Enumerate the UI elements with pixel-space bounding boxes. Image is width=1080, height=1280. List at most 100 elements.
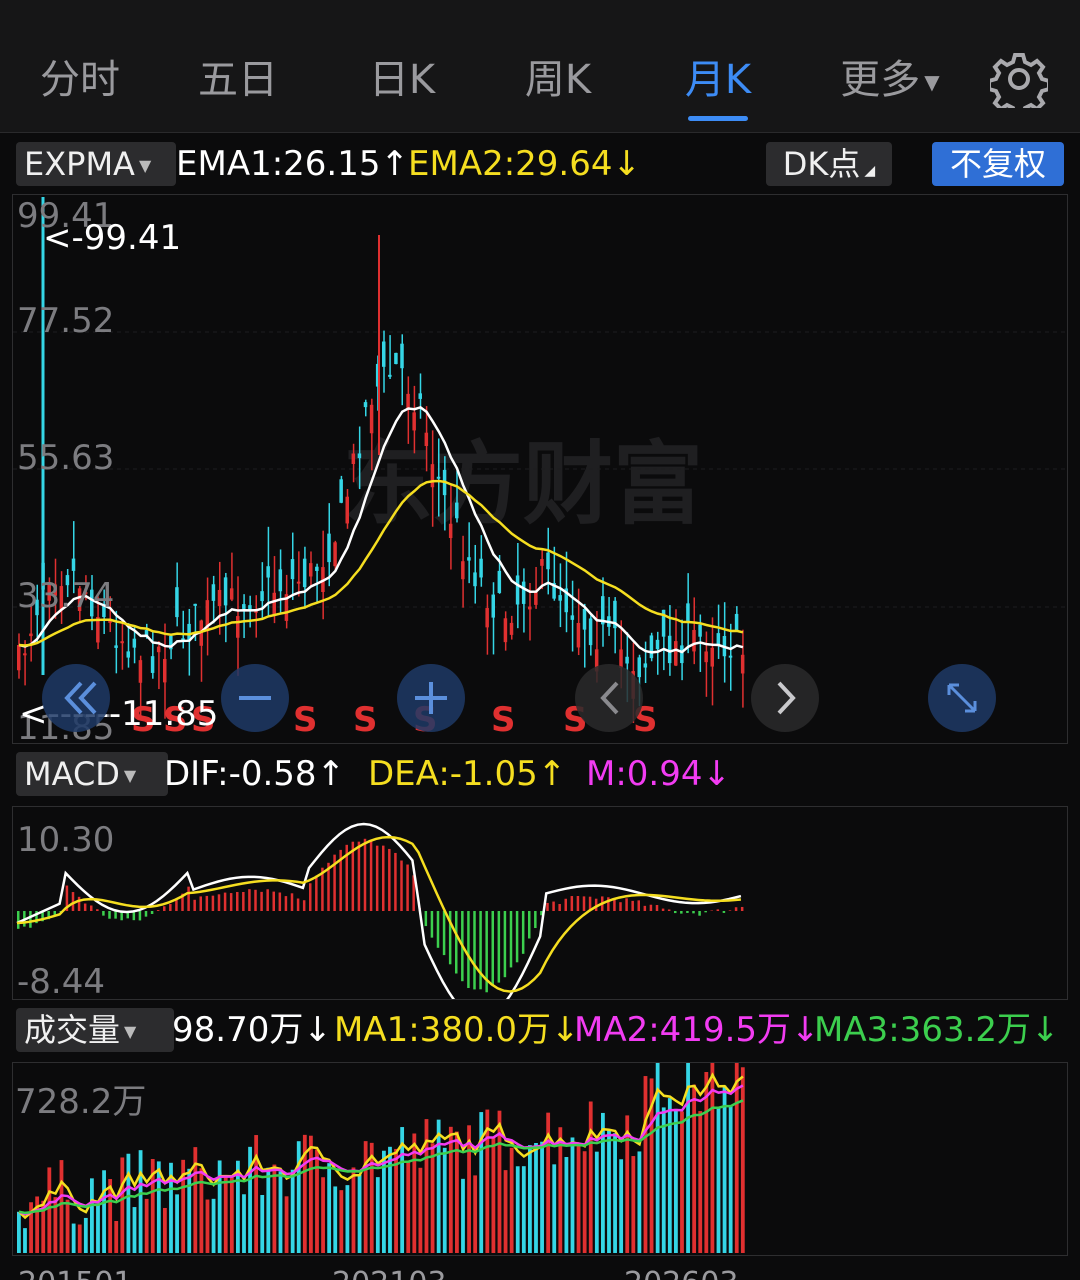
candle-body [467,557,471,561]
candle-body [382,341,386,367]
candle-body [521,581,526,604]
macd-histogram-bar [740,906,744,911]
candle-body [558,595,562,601]
period-tab-bar: 分时 五日 日K 周K 月K 更多 ▼ [0,28,1080,133]
volume-value: 98.70万↓ [172,1010,332,1050]
volume-bar [607,1130,611,1253]
candle-body [485,608,489,628]
macd-histogram-bar [102,911,105,916]
candle-body [242,604,246,609]
macd-histogram-bar [503,911,507,978]
volume-bar [132,1207,137,1253]
max-price-marker: <-99.41 [43,218,181,258]
fullscreen-button[interactable] [928,664,996,732]
rewind-button[interactable] [42,664,110,732]
adjust-mode-button[interactable]: 不复权 [932,142,1064,186]
candle-body [698,624,702,637]
volume-bar [144,1198,149,1253]
volume-bar [96,1205,100,1253]
candle-body [740,654,745,674]
y-tick-3: 55.63 [17,438,114,478]
macd-histogram-bar [144,911,148,917]
macd-histogram-bar [272,891,275,911]
candle-body [266,566,270,578]
volume-chart-panel: 728.2万 [12,1062,1068,1256]
kline-chart-panel: 东方财富 SSSSSSSSS 99.41 77.52 55.63 33.74 1… [12,194,1068,744]
indicator-selector-label: EXPMA [24,145,135,183]
volume-bar [120,1157,125,1253]
candle-body [23,653,27,656]
candle-body [570,615,575,620]
candle-body [637,657,641,678]
scroll-left-button[interactable] [575,664,643,732]
volume-bar [229,1176,234,1253]
candle-body [236,616,240,638]
kline-chart[interactable]: 东方财富 SSSSSSSSS 99.41 77.52 55.63 33.74 1… [13,195,1067,743]
candle-body [704,651,708,663]
candle-body [674,641,678,666]
macd-histogram-bar [576,895,580,911]
volume-bar [65,1199,70,1253]
candle-body [619,649,623,668]
indicator-selector-volume[interactable]: 成交量 ▼ [16,1008,174,1052]
macd-histogram-bar [692,911,695,914]
tab-daily-k[interactable]: 日K [352,52,452,108]
volume-bar [260,1194,265,1253]
volume-bar [187,1168,192,1253]
macd-histogram-bar [436,911,440,948]
macd-histogram-bar [309,883,312,911]
volume-bar [564,1157,569,1253]
volume-bar [619,1159,624,1253]
volume-bar [461,1178,465,1253]
candle-body [290,559,295,580]
macd-histogram-bar [83,903,87,911]
tab-weekly-k[interactable]: 周K [508,52,608,108]
scroll-right-button[interactable] [751,664,819,732]
volume-chart[interactable]: 728.2万 [13,1063,1067,1255]
volume-bar [327,1163,332,1253]
macd-histogram-bar [558,903,561,911]
candle-body [315,566,319,571]
candle-body [430,464,435,488]
volume-bar [345,1185,350,1253]
macd-histogram-bar [211,895,215,911]
volume-bar [722,1085,727,1253]
macd-histogram-bar [473,911,476,990]
candle-body [400,343,404,369]
macd-histogram-bar [649,904,653,911]
candle-body [515,575,520,605]
macd-histogram-bar [686,911,689,913]
macd-histogram-bar [363,838,367,911]
tab-more[interactable]: 更多 ▼ [830,52,950,108]
macd-chart[interactable]: 10.30 -8.44 [13,807,1067,999]
gear-icon[interactable] [990,50,1048,108]
candle-body [710,647,714,667]
caret-down-icon: ▼ [138,156,152,175]
macd-histogram-bar [315,875,318,911]
volume-bar [534,1143,538,1253]
volume-bar [661,1107,666,1253]
volume-bar [223,1176,228,1253]
volume-bar [59,1160,64,1253]
candle-body [71,558,76,571]
tab-timeshare[interactable]: 分时 [30,52,130,108]
tab-five-day[interactable]: 五日 [188,52,288,108]
macd-histogram-bar [260,891,263,911]
zoom-out-button[interactable] [221,664,289,732]
volume-bar [631,1156,636,1253]
macd-histogram-bar [284,896,288,911]
macd-histogram-bar [424,911,428,927]
tab-monthly-k[interactable]: 月K [668,52,768,108]
candle-body [655,639,660,650]
candle-body [461,561,465,580]
dk-point-button[interactable]: DK点 ◢ [766,142,892,186]
candle-body [418,393,422,399]
zoom-in-button[interactable] [397,664,465,732]
volume-bar [375,1177,380,1253]
volume-bar [473,1175,478,1253]
indicator-selector-macd[interactable]: MACD ▼ [16,752,168,796]
indicator-selector-expma[interactable]: EXPMA ▼ [16,142,176,186]
candle-body [491,594,495,618]
caret-down-icon: ▼ [924,70,940,94]
volume-bar [442,1147,447,1253]
